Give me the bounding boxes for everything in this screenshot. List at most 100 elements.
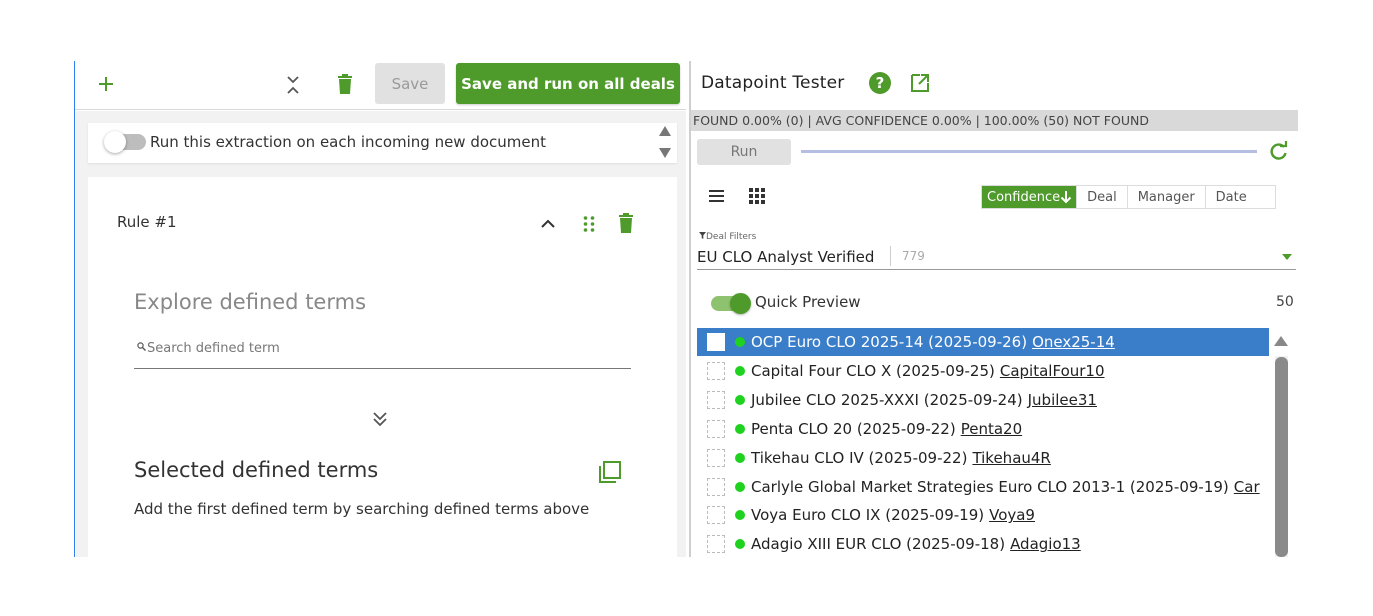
deal-list-item[interactable]: Tikehau CLO IV (2025-09-22) Tikehau4R <box>697 444 1269 472</box>
deal-name: Carlyle Global Market Strategies Euro CL… <box>751 477 1229 496</box>
status-dot-icon <box>735 394 745 405</box>
selected-defined-terms-hint: Add the first defined term by searching … <box>134 500 590 518</box>
drag-handle-icon[interactable] <box>582 215 596 233</box>
deal-checkbox[interactable] <box>707 333 725 351</box>
save-button[interactable]: Save <box>375 63 445 104</box>
deal-list-item[interactable]: Voya Euro CLO IX (2025-09-19) Voya9 <box>697 501 1269 529</box>
collapse-vertical-icon[interactable] <box>282 73 304 97</box>
status-dot-icon <box>735 365 745 376</box>
filter-separator <box>890 246 891 266</box>
chevron-up-icon[interactable] <box>540 215 556 229</box>
defined-term-search-row <box>134 337 631 369</box>
deal-link[interactable]: Voya9 <box>989 506 1035 524</box>
quick-preview-label: Quick Preview <box>755 293 861 311</box>
deal-name: Tikehau CLO IV (2025-09-22) <box>751 448 968 467</box>
run-progress-bar <box>801 150 1257 153</box>
deal-filter-value: EU CLO Analyst Verified <box>697 248 875 266</box>
deal-link[interactable]: Penta20 <box>961 420 1022 438</box>
deal-list-scrollbar-thumb[interactable] <box>1275 357 1288 557</box>
deal-filter-select[interactable]: EU CLO Analyst Verified 779 <box>697 244 1296 270</box>
datapoint-tester-panel: Datapoint Tester ? FOUND 0.00% (0) | AVG… <box>691 61 1298 557</box>
rule-card: Rule #1 Explore defined terms Search def… <box>88 177 677 567</box>
toggle-knob <box>104 131 126 153</box>
status-dot-icon <box>735 481 745 492</box>
deal-checkbox[interactable] <box>707 535 725 554</box>
deal-checkbox[interactable] <box>707 448 725 467</box>
deal-name: Jubilee CLO 2025-XXXI (2025-09-24) <box>751 390 1023 409</box>
deal-link[interactable]: Onex25-14 <box>1032 333 1115 351</box>
deal-name: Voya Euro CLO IX (2025-09-19) <box>751 506 985 525</box>
scroll-up-icon[interactable] <box>659 126 671 136</box>
deal-list-item[interactable]: Carlyle Global Market Strategies Euro CL… <box>697 473 1269 501</box>
panel-title: Datapoint Tester <box>701 73 845 93</box>
save-and-run-button[interactable]: Save and run on all deals <box>456 63 680 104</box>
deal-list-item[interactable]: Capital Four CLO X (2025-09-25) CapitalFo… <box>697 357 1269 385</box>
sort-tab-confidence[interactable]: Confidence <box>982 186 1077 208</box>
dropdown-caret-icon[interactable] <box>1282 254 1292 260</box>
deal-name: Adagio XIII EUR CLO (2025-09-18) <box>751 535 1006 554</box>
run-on-new-document-card: Run this extraction on each incoming new… <box>88 123 677 163</box>
deal-link[interactable]: Jubilee31 <box>1028 391 1097 409</box>
sort-tab-label: Confidence <box>987 189 1061 205</box>
defined-term-search-input[interactable] <box>147 338 627 358</box>
deal-checkbox[interactable] <box>707 419 725 438</box>
deal-name: Penta CLO 20 (2025-09-22) <box>751 419 956 438</box>
deal-list-item[interactable]: Adagio XIII EUR CLO (2025-09-18) Adagio13 <box>697 530 1269 557</box>
quick-preview-count: 50 <box>1276 294 1294 310</box>
refresh-icon[interactable] <box>1267 141 1289 163</box>
deal-checkbox[interactable] <box>707 390 725 409</box>
editor-toolbar: Save Save and run on all deals <box>75 61 686 110</box>
deal-list-item[interactable]: Jubilee CLO 2025-XXXI (2025-09-24) Jubile… <box>697 386 1269 414</box>
deal-link[interactable]: Tikehau4R <box>972 449 1050 467</box>
rule-title: Rule #1 <box>117 213 177 231</box>
editor-body: Run this extraction on each incoming new… <box>76 111 686 567</box>
search-icon <box>137 342 146 354</box>
sort-tab-manager[interactable]: Manager <box>1126 186 1205 208</box>
deal-checkbox[interactable] <box>707 506 725 525</box>
scroll-down-icon[interactable] <box>659 148 671 158</box>
deal-link[interactable]: Car <box>1234 478 1260 496</box>
sort-tab-date[interactable]: Date <box>1204 186 1275 208</box>
arrow-down-icon <box>1060 191 1072 204</box>
list-view-icon[interactable] <box>708 188 726 204</box>
open-external-icon[interactable] <box>909 72 931 94</box>
status-dot-icon <box>735 452 745 463</box>
extraction-editor-panel: Save Save and run on all deals Run this … <box>74 61 686 567</box>
run-button[interactable]: Run <box>697 139 791 165</box>
deal-link[interactable]: Adagio13 <box>1010 535 1081 553</box>
status-dot-icon <box>735 423 745 434</box>
status-dot-icon <box>735 539 745 550</box>
grid-view-icon[interactable] <box>748 187 766 205</box>
help-icon[interactable]: ? <box>869 72 891 94</box>
filter-icon <box>699 232 706 239</box>
status-dot-icon <box>735 510 745 521</box>
run-on-new-document-label: Run this extraction on each incoming new… <box>150 133 547 151</box>
selected-defined-terms-title: Selected defined terms <box>134 458 379 482</box>
deal-list: OCP Euro CLO 2025-14 (2025-09-26) Onex25-… <box>697 328 1269 557</box>
plus-icon[interactable] <box>95 73 117 95</box>
explore-defined-terms-title: Explore defined terms <box>134 290 367 314</box>
deal-name: OCP Euro CLO 2025-14 (2025-09-26) <box>751 333 1028 351</box>
deal-filters-label-text: Deal Filters <box>706 232 757 242</box>
app-root: Save Save and run on all deals Run this … <box>0 0 1373 616</box>
scroll-up-icon[interactable] <box>1274 336 1288 346</box>
status-dot-icon <box>735 337 745 347</box>
quick-preview-toggle[interactable] <box>711 293 751 314</box>
deal-checkbox[interactable] <box>707 477 725 496</box>
deal-list-item[interactable]: OCP Euro CLO 2025-14 (2025-09-26) Onex25-… <box>697 328 1269 356</box>
deal-checkbox[interactable] <box>707 361 725 380</box>
deal-filter-count: 779 <box>902 249 925 263</box>
sort-tab-deal[interactable]: Deal <box>1076 186 1127 208</box>
deal-list-item[interactable]: Penta CLO 20 (2025-09-22) Penta20 <box>697 415 1269 443</box>
chevron-double-down-icon[interactable] <box>372 410 388 428</box>
toggle-knob <box>730 293 751 314</box>
sort-tabs: Confidence Deal Manager Date <box>981 185 1276 209</box>
stats-bar: FOUND 0.00% (0) | AVG CONFIDENCE 0.00% |… <box>691 110 1298 131</box>
trash-icon[interactable] <box>334 72 356 96</box>
deal-filters-label: Deal Filters <box>699 232 756 242</box>
deal-link[interactable]: CapitalFour10 <box>1000 362 1105 380</box>
trash-icon[interactable] <box>618 213 640 237</box>
copy-icon[interactable] <box>598 460 622 484</box>
run-on-new-document-toggle[interactable] <box>104 131 146 153</box>
deal-name: Capital Four CLO X (2025-09-25) <box>751 361 995 380</box>
